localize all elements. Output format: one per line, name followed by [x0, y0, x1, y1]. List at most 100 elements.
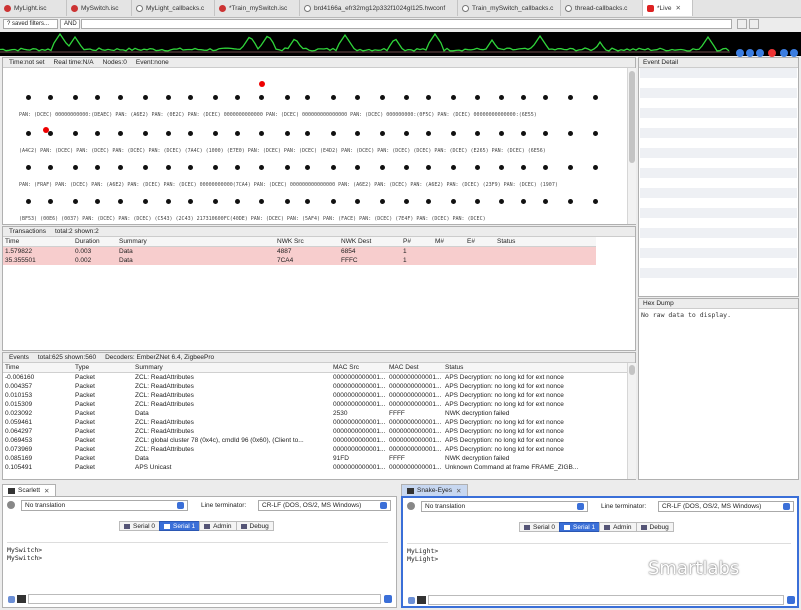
network-node[interactable] — [593, 131, 598, 136]
network-node[interactable] — [305, 95, 310, 100]
network-node[interactable] — [475, 199, 480, 204]
table-row[interactable]: 0.015309 Packet ZCL: ReadAttributes 0000000… — [3, 400, 627, 409]
network-node[interactable] — [118, 165, 123, 170]
network-node[interactable] — [285, 199, 290, 204]
line-terminator-select[interactable]: CR-LF (DOS, OS/2, MS Windows) — [258, 500, 391, 511]
editor-tab[interactable]: MyLight_callbacks.c — [132, 0, 215, 16]
network-node[interactable] — [426, 131, 431, 136]
network-node[interactable] — [48, 95, 53, 100]
events-table[interactable]: Time Type Summary MAC Src MAC Dest Status -0.0… — [3, 363, 627, 472]
network-node[interactable] — [285, 95, 290, 100]
transactions-header-cell[interactable]: E# — [465, 238, 495, 245]
transactions-header-cell[interactable]: NWK Src — [275, 238, 339, 245]
network-node[interactable] — [305, 165, 310, 170]
network-node[interactable] — [118, 131, 123, 136]
network-node[interactable] — [26, 199, 31, 204]
filter-apply-icon[interactable] — [749, 19, 759, 29]
network-node[interactable] — [521, 95, 526, 100]
table-row[interactable]: 0.073969 Packet ZCL: ReadAttributes 0000000… — [3, 445, 627, 454]
console-tab[interactable]: Scarlett ✕ — [2, 484, 56, 496]
serial-tab[interactable]: Serial 0 — [519, 522, 561, 532]
network-node[interactable] — [305, 131, 310, 136]
network-node[interactable] — [355, 131, 360, 136]
network-node[interactable] — [331, 131, 336, 136]
activity-timeline[interactable] — [0, 32, 801, 57]
network-node[interactable] — [188, 199, 193, 204]
transactions-header-cell[interactable]: Summary — [117, 238, 275, 245]
console-tab[interactable]: Snake-Eyes ✕ — [401, 484, 468, 496]
network-node[interactable] — [213, 165, 218, 170]
transactions-header-cell[interactable]: Status — [495, 238, 575, 245]
table-row[interactable]: 0.059461 Packet ZCL: ReadAttributes 0000000… — [3, 418, 627, 427]
network-map-scroll-thumb[interactable] — [629, 71, 635, 163]
network-node[interactable] — [259, 95, 264, 100]
chevron-down-icon[interactable] — [384, 595, 392, 603]
network-node[interactable] — [451, 95, 456, 100]
serial-tab[interactable]: Serial 1 — [559, 522, 601, 532]
refresh-icon[interactable] — [780, 49, 788, 57]
network-node[interactable] — [166, 131, 171, 136]
network-node[interactable] — [331, 165, 336, 170]
table-row[interactable]: 0.010153 Packet ZCL: ReadAttributes 0000000… — [3, 391, 627, 400]
network-node[interactable] — [95, 95, 100, 100]
network-node[interactable] — [235, 131, 240, 136]
network-node[interactable] — [499, 131, 504, 136]
serial-tab[interactable]: Debug — [635, 522, 674, 532]
network-node[interactable] — [404, 165, 409, 170]
table-row[interactable]: -0.006160 Packet ZCL: ReadAttributes 000000… — [3, 373, 627, 382]
network-node[interactable] — [543, 131, 548, 136]
network-node[interactable] — [118, 95, 123, 100]
network-node[interactable] — [259, 131, 264, 136]
record-icon[interactable] — [768, 49, 776, 57]
network-node[interactable] — [95, 165, 100, 170]
line-terminator-select[interactable]: CR-LF (DOS, OS/2, MS Windows) — [658, 501, 794, 512]
network-node[interactable] — [426, 165, 431, 170]
events-header-cell[interactable]: Status — [443, 364, 627, 371]
network-map-scrollbar[interactable] — [627, 68, 636, 224]
network-node[interactable] — [235, 165, 240, 170]
table-row[interactable]: 0.023092 Packet Data 2530 FFFF NWK decryption… — [3, 409, 627, 418]
network-node[interactable] — [26, 165, 31, 170]
filter-mode-box[interactable]: AND — [60, 19, 80, 29]
network-node[interactable] — [404, 131, 409, 136]
network-node[interactable] — [568, 199, 573, 204]
network-node[interactable] — [26, 95, 31, 100]
node-map[interactable]: PAN: (DCEC) 00000000000:(DEAEC) PAN: (A6… — [3, 68, 627, 224]
network-node[interactable] — [451, 199, 456, 204]
network-node[interactable] — [475, 131, 480, 136]
network-node[interactable] — [259, 165, 264, 170]
editor-tab[interactable]: MySwitch.isc — [67, 0, 132, 16]
network-node[interactable] — [521, 131, 526, 136]
network-node[interactable] — [73, 165, 78, 170]
table-row[interactable]: 0.004357 Packet ZCL: ReadAttributes 0000000… — [3, 382, 627, 391]
events-header-cell[interactable]: Time — [3, 364, 73, 371]
editor-tab[interactable]: *Live ✕ — [643, 0, 693, 16]
network-node[interactable] — [475, 95, 480, 100]
events-scrollbar[interactable] — [627, 363, 636, 479]
serial-tab[interactable]: Debug — [235, 521, 274, 531]
network-node[interactable] — [331, 199, 336, 204]
network-node[interactable] — [568, 165, 573, 170]
network-node[interactable] — [499, 199, 504, 204]
events-header-cell[interactable]: Summary — [133, 364, 331, 371]
network-node[interactable] — [285, 165, 290, 170]
saved-filters-dropdown[interactable]: ? saved filters... — [3, 19, 58, 29]
events-scroll-thumb[interactable] — [629, 365, 635, 375]
filter-clear-icon[interactable] — [737, 19, 747, 29]
network-node[interactable] — [166, 199, 171, 204]
network-node[interactable] — [166, 165, 171, 170]
network-node[interactable] — [95, 199, 100, 204]
editor-tab[interactable]: brd4166a_efr32mg12p332f1024gl125.hwconf — [300, 0, 458, 16]
network-node[interactable] — [404, 95, 409, 100]
network-node[interactable] — [259, 199, 264, 204]
network-node[interactable] — [380, 95, 385, 100]
network-node[interactable] — [568, 131, 573, 136]
network-node[interactable] — [380, 165, 385, 170]
network-node[interactable] — [166, 95, 171, 100]
network-node[interactable] — [355, 95, 360, 100]
table-row[interactable]: 0.064297 Packet ZCL: ReadAttributes 0000000… — [3, 427, 627, 436]
network-node[interactable] — [451, 131, 456, 136]
events-header-cell[interactable]: MAC Src — [331, 364, 387, 371]
transactions-header-cell[interactable]: M# — [433, 238, 465, 245]
active-node-marker[interactable] — [259, 81, 265, 87]
